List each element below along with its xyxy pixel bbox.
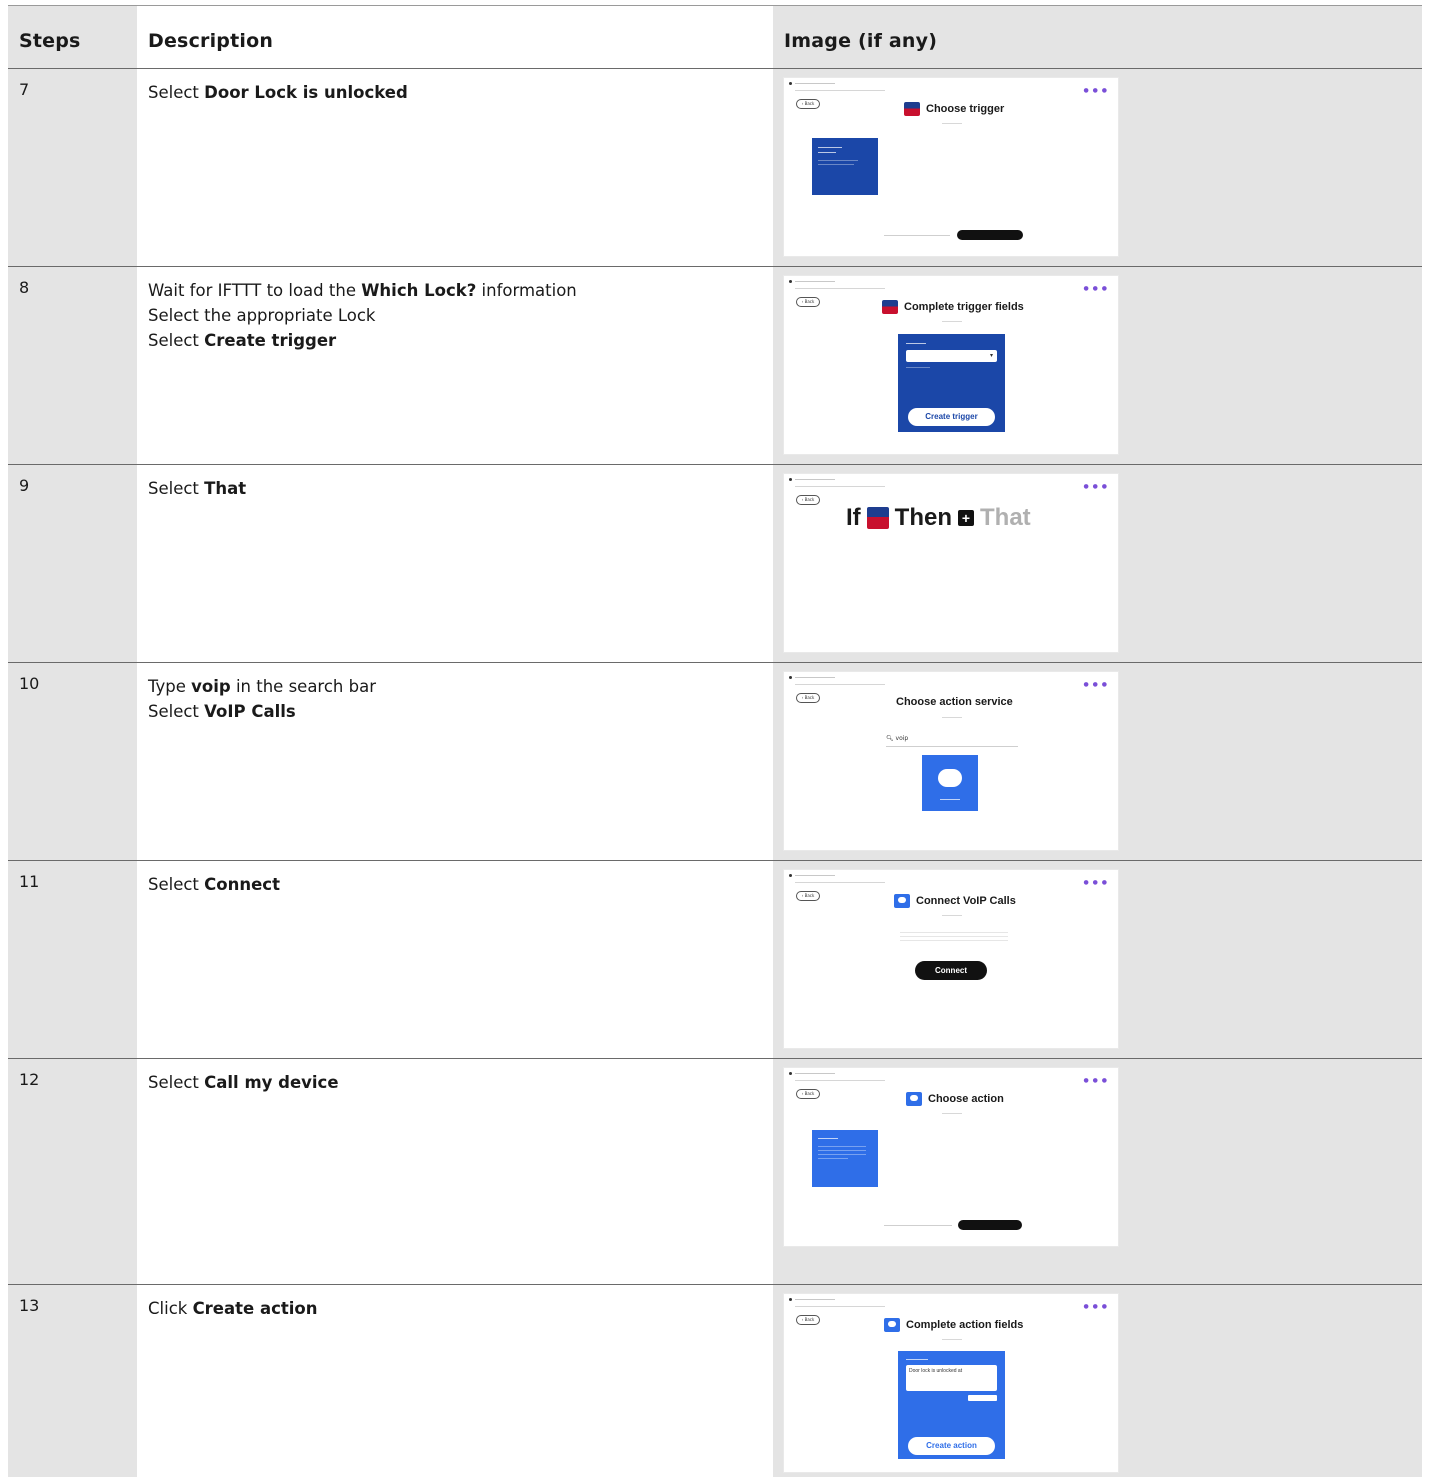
description-line: Select Door Lock is unlocked xyxy=(148,83,408,102)
step-description: Select Connect xyxy=(148,872,280,897)
header-image: Image (if any) xyxy=(784,30,938,52)
description-line: Wait for IFTTT to load the Which Lock? i… xyxy=(148,281,577,300)
screenshot-connect-voip-calls: ● ● ● ‹ Back Connect VoIP Calls Connect xyxy=(783,869,1119,1049)
voip-icon xyxy=(894,894,910,908)
description-line: Select Call my device xyxy=(148,1073,339,1092)
description-line: Select Create trigger xyxy=(148,331,337,350)
step-number: 9 xyxy=(19,476,30,495)
trigger-card xyxy=(812,138,878,195)
browser-chrome: ● ● ● xyxy=(784,78,1118,100)
step-number: 13 xyxy=(19,1296,40,1315)
description-line: Select VoIP Calls xyxy=(148,702,296,721)
step-description: Select That xyxy=(148,476,246,501)
table-row: 12 Select Call my device ● ● ● ‹ Back Ch… xyxy=(8,1058,1422,1284)
screenshot-complete-action-fields: ● ● ● ‹ Back Complete action fields Door… xyxy=(783,1293,1119,1473)
screen-title: Complete trigger fields xyxy=(882,300,1024,314)
screen-title: Choose action service xyxy=(896,696,1013,708)
step-number: 8 xyxy=(19,278,30,297)
voip-icon xyxy=(906,1092,922,1106)
table-row: 9 Select That ● ● ● ‹ Back If Then + Tha… xyxy=(8,464,1422,662)
create-action-button: Create action xyxy=(908,1437,995,1455)
table-row: 10 Type voip in the search bar Select VoI… xyxy=(8,662,1422,860)
screenshot-complete-trigger-fields: ● ● ● ‹ Back Complete trigger fields ▾ C… xyxy=(783,275,1119,455)
message-field: Door lock is unlocked at xyxy=(906,1365,997,1391)
step-number: 12 xyxy=(19,1070,40,1089)
connect-button: Connect xyxy=(915,961,987,980)
description-line: Type voip in the search bar xyxy=(148,677,376,696)
header-description: Description xyxy=(148,30,274,52)
screenshot-choose-action: ● ● ● ‹ Back Choose action xyxy=(783,1067,1119,1247)
step-number: 7 xyxy=(19,80,30,99)
header-steps: Steps xyxy=(19,30,81,52)
screenshot-choose-trigger: ● ● ● ‹ Back Choose trigger xyxy=(783,77,1119,257)
description-line: Select That xyxy=(148,479,247,498)
screen-title: Connect VoIP Calls xyxy=(894,894,1016,908)
step-description: Type voip in the search bar Select VoIP C… xyxy=(148,674,376,724)
suggest-action-pill xyxy=(958,1220,1022,1230)
voip-icon xyxy=(884,1318,900,1332)
action-fields-card: Door lock is unlocked at Create action xyxy=(898,1351,1005,1459)
chat-bubble-icon xyxy=(938,769,962,787)
screenshot-choose-action-service: ● ● ● ‹ Back Choose action service 🔍︎ vo… xyxy=(783,671,1119,851)
trigger-fields-card: ▾ Create trigger xyxy=(898,334,1005,432)
search-field: 🔍︎ voip xyxy=(886,735,909,742)
step-description: Select Door Lock is unlocked xyxy=(148,80,408,105)
table-row: 8 Wait for IFTTT to load the Which Lock?… xyxy=(8,266,1422,464)
screen-title: Choose trigger xyxy=(904,102,1004,116)
back-button: ‹ Back xyxy=(796,99,820,109)
step-description: Click Create action xyxy=(148,1296,318,1321)
description-line: Select the appropriate Lock xyxy=(148,306,376,325)
if-then-that-heading: If Then + That xyxy=(846,504,1031,531)
table-row: 11 Select Connect ● ● ● ‹ Back Connect V… xyxy=(8,860,1422,1058)
step-description: Select Call my device xyxy=(148,1070,339,1095)
top-rule xyxy=(8,5,1422,6)
description-line: Click Create action xyxy=(148,1299,318,1318)
screen-title: Choose action xyxy=(906,1092,1004,1106)
step-number: 10 xyxy=(19,674,40,693)
screenshot-if-then-that: ● ● ● ‹ Back If Then + That xyxy=(783,473,1119,653)
table-row: 7 Select Door Lock is unlocked ● ● ● ‹ B… xyxy=(8,68,1422,266)
description-line: Select Connect xyxy=(148,875,280,894)
step-number: 11 xyxy=(19,872,40,891)
plus-icon: + xyxy=(958,510,974,526)
door-lock-icon xyxy=(904,102,920,116)
suggest-trigger-pill xyxy=(957,230,1023,240)
door-lock-icon xyxy=(882,300,898,314)
table-row: 13 Click Create action ● ● ● ‹ Back Comp… xyxy=(8,1284,1422,1477)
door-lock-icon xyxy=(866,507,889,529)
step-description: Wait for IFTTT to load the Which Lock? i… xyxy=(148,278,577,353)
action-card xyxy=(812,1130,878,1187)
voip-calls-tile xyxy=(922,755,978,811)
create-trigger-button: Create trigger xyxy=(908,408,995,426)
screen-title: Complete action fields xyxy=(884,1318,1023,1332)
